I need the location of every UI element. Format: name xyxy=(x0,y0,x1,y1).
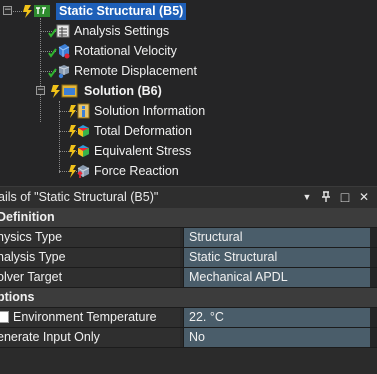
tree-node-analysis-settings[interactable]: Analysis Settings xyxy=(48,21,169,41)
property-value[interactable]: Mechanical APDL xyxy=(183,268,370,287)
rotational-velocity-icon xyxy=(48,43,70,59)
tree-node-force-reaction[interactable]: Force Reaction xyxy=(68,161,179,181)
equivalent-stress-icon xyxy=(68,143,90,159)
tree-connector xyxy=(40,18,41,122)
tree-node-label: Analysis Settings xyxy=(74,24,170,38)
row-gutter xyxy=(370,308,377,327)
tree-node-remote-displacement[interactable]: Remote Displacement xyxy=(48,61,197,81)
property-value[interactable]: Structural xyxy=(183,228,370,247)
parameter-checkbox[interactable] xyxy=(0,310,9,323)
tree-node-solution[interactable]: Solution (B6) xyxy=(50,81,162,101)
total-deformation-icon xyxy=(68,123,90,139)
maximize-icon[interactable]: □ xyxy=(338,189,352,205)
details-panel-title: ails of "Static Structural (B5)" xyxy=(0,190,159,204)
property-name: hysics Type xyxy=(0,228,180,247)
row-gutter xyxy=(370,248,377,267)
property-row[interactable]: enerate Input Only No xyxy=(0,328,377,348)
tree-node-label: Solution (B6) xyxy=(84,84,162,98)
property-row[interactable]: Environment Temperature 22. °C xyxy=(0,308,377,328)
property-name: nalysis Type xyxy=(0,248,180,267)
section-header-options[interactable]: ptions xyxy=(0,288,377,308)
details-panel: ails of "Static Structural (B5)" ▼ □ ✕ D… xyxy=(0,186,377,374)
tree-node-equivalent-stress[interactable]: Equivalent Stress xyxy=(68,141,191,161)
tree-node-label: Total Deformation xyxy=(94,124,192,138)
close-icon[interactable]: ✕ xyxy=(357,190,371,204)
solution-information-icon xyxy=(68,103,90,119)
details-grid: Definition hysics Type Structural nalysi… xyxy=(0,208,377,348)
tree-node-total-deformation[interactable]: Total Deformation xyxy=(68,121,192,141)
tree-node-label: Remote Displacement xyxy=(74,64,197,78)
collapse-toggle-solution[interactable]: − xyxy=(36,86,45,95)
section-label: Definition xyxy=(0,210,55,224)
force-reaction-icon xyxy=(68,163,90,179)
dropdown-icon[interactable]: ▼ xyxy=(300,190,314,204)
row-gutter xyxy=(370,268,377,287)
details-panel-titlebar: ails of "Static Structural (B5)" ▼ □ ✕ xyxy=(0,186,377,208)
tree-node-label: Static Structural (B5) xyxy=(56,2,187,20)
tree-node-rotational-velocity[interactable]: Rotational Velocity xyxy=(48,41,177,61)
property-name: enerate Input Only xyxy=(0,328,180,347)
tree-node-label: Rotational Velocity xyxy=(74,44,177,58)
tree-node-label: Solution Information xyxy=(94,104,206,118)
tree-node-solution-information[interactable]: Solution Information xyxy=(68,101,205,121)
section-header-definition[interactable]: Definition xyxy=(0,208,377,228)
static-structural-icon xyxy=(22,3,52,19)
remote-displacement-icon xyxy=(48,63,70,79)
row-gutter xyxy=(370,328,377,347)
tree-node-label: Force Reaction xyxy=(94,164,179,178)
property-value[interactable]: No xyxy=(183,328,370,347)
property-value[interactable]: Static Structural xyxy=(183,248,370,267)
section-label: ptions xyxy=(0,290,35,304)
property-row[interactable]: nalysis Type Static Structural xyxy=(0,248,377,268)
row-gutter xyxy=(370,228,377,247)
analysis-settings-icon xyxy=(48,23,70,39)
property-name: olver Target xyxy=(0,268,180,287)
property-row[interactable]: olver Target Mechanical APDL xyxy=(0,268,377,288)
property-row[interactable]: hysics Type Structural xyxy=(0,228,377,248)
collapse-toggle-static-structural[interactable]: − xyxy=(3,6,12,15)
property-value[interactable]: 22. °C xyxy=(183,308,370,327)
property-name: Environment Temperature xyxy=(13,310,157,324)
pin-icon[interactable] xyxy=(319,190,333,204)
tree-node-label: Equivalent Stress xyxy=(94,144,192,158)
outline-tree: − Static Structural (B5) Analysis Settin… xyxy=(0,0,377,186)
solution-icon xyxy=(50,83,80,99)
property-name-with-checkbox: Environment Temperature xyxy=(0,308,180,327)
tree-node-static-structural[interactable]: Static Structural (B5) xyxy=(22,1,187,21)
